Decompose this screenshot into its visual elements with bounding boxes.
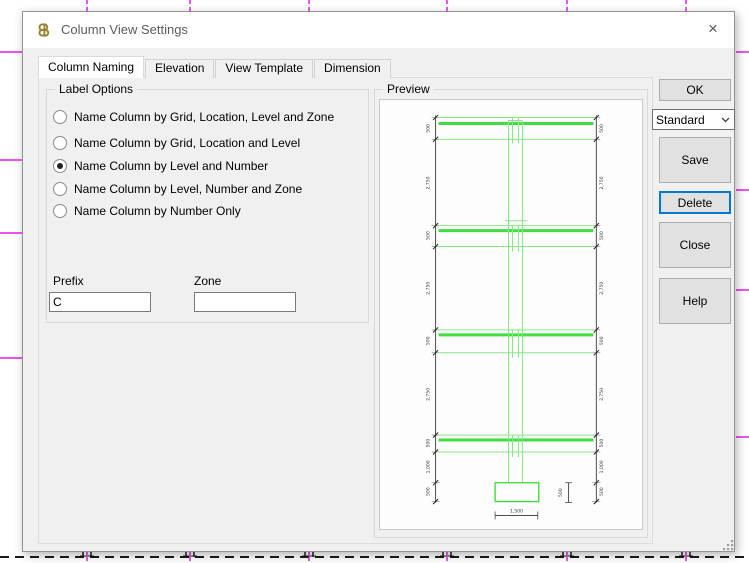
app-background: Column View Settings × Column Naming Elev…	[0, 0, 749, 563]
radio-icon[interactable]	[53, 182, 67, 196]
tab-dimension[interactable]: Dimension	[314, 59, 391, 78]
delete-button[interactable]: Delete	[659, 191, 731, 214]
resize-grip[interactable]	[723, 540, 734, 551]
footing-width-label: 1,500	[510, 508, 523, 514]
dimension-label-left: 500	[426, 487, 432, 496]
radio-option-3[interactable]: Name Column by Level and Number	[53, 159, 268, 173]
dimension-label-left: 500	[426, 231, 432, 240]
column-view-settings-dialog: Column View Settings × Column Naming Elev…	[22, 11, 735, 552]
dimension-label-left: 500	[426, 439, 432, 448]
column-elevation-drawing: 500 500 2,750 2,750 500 500 2,750 2,750 500 500 2,…	[426, 114, 605, 520]
dimension-label-left: 2,750	[426, 176, 432, 189]
radio-option-label: Name Column by Grid, Location, Level and…	[74, 110, 335, 124]
dimension-label-right: 500	[599, 336, 605, 345]
tab-view-template[interactable]: View Template	[215, 59, 314, 78]
radio-option-label: Name Column by Grid, Location and Level	[74, 136, 301, 150]
window-title: Column View Settings	[61, 22, 188, 37]
radio-option-label: Name Column by Level and Number	[74, 159, 269, 173]
dimension-label-right: 2,750	[599, 282, 605, 295]
close-button[interactable]: ×	[698, 16, 728, 42]
radio-icon[interactable]	[53, 159, 67, 173]
template-combobox[interactable]: Standard	[652, 109, 735, 130]
label-options-group-title: Label Options	[55, 82, 138, 96]
close-icon: ×	[708, 19, 718, 38]
tab-elevation[interactable]: Elevation	[145, 59, 215, 78]
zone-input[interactable]	[194, 292, 296, 312]
radio-option-4[interactable]: Name Column by Level, Number and Zone	[53, 182, 302, 196]
title-bar: Column View Settings ×	[23, 12, 734, 48]
dimension-label-left: 2,750	[426, 388, 432, 401]
app-icon	[38, 23, 50, 37]
preview-panel: 500 500 2,750 2,750 500 500 2,750 2,750 500 500 2,…	[379, 99, 643, 530]
dimension-label-left: 500	[426, 124, 432, 133]
dimension-label-right: 2,750	[599, 176, 605, 189]
prefix-input[interactable]	[49, 292, 151, 312]
radio-icon[interactable]	[53, 204, 67, 218]
radio-option-label: Name Column by Level, Number and Zone	[74, 182, 303, 196]
radio-option-1[interactable]: Name Column by Grid, Location, Level and…	[53, 110, 334, 124]
dimension-label-right: 500	[599, 124, 605, 133]
dimension-label-right: 500	[599, 487, 605, 496]
ok-button[interactable]: OK	[659, 79, 731, 101]
prefix-label: Prefix	[53, 274, 84, 288]
footing-height-label: 500	[558, 488, 564, 497]
tab-column-naming[interactable]: Column Naming	[38, 56, 145, 78]
save-button[interactable]: Save	[659, 137, 731, 183]
template-combobox-value: Standard	[656, 112, 705, 127]
zone-label: Zone	[194, 274, 222, 288]
tab-bar: Column Naming Elevation View Template Dimen…	[38, 56, 392, 78]
chevron-down-icon	[717, 110, 734, 129]
radio-option-5[interactable]: Name Column by Number Only	[53, 204, 241, 218]
dimension-label-right: 1,000	[599, 460, 605, 473]
dimension-label-left: 500	[426, 336, 432, 345]
dimension-label-right: 500	[599, 439, 605, 448]
dimension-label-left: 2,750	[426, 282, 432, 295]
radio-icon[interactable]	[53, 110, 67, 124]
radio-icon[interactable]	[53, 136, 67, 150]
radio-option-label: Name Column by Number Only	[74, 204, 241, 218]
dimension-label-right: 500	[599, 231, 605, 240]
close-dialog-button[interactable]: Close	[659, 222, 731, 268]
dimension-label-right: 2,750	[599, 388, 605, 401]
help-button[interactable]: Help	[659, 278, 731, 324]
dimension-label-left: 1,000	[426, 460, 432, 473]
preview-group-title: Preview	[383, 82, 434, 96]
radio-option-2[interactable]: Name Column by Grid, Location and Level	[53, 136, 300, 150]
